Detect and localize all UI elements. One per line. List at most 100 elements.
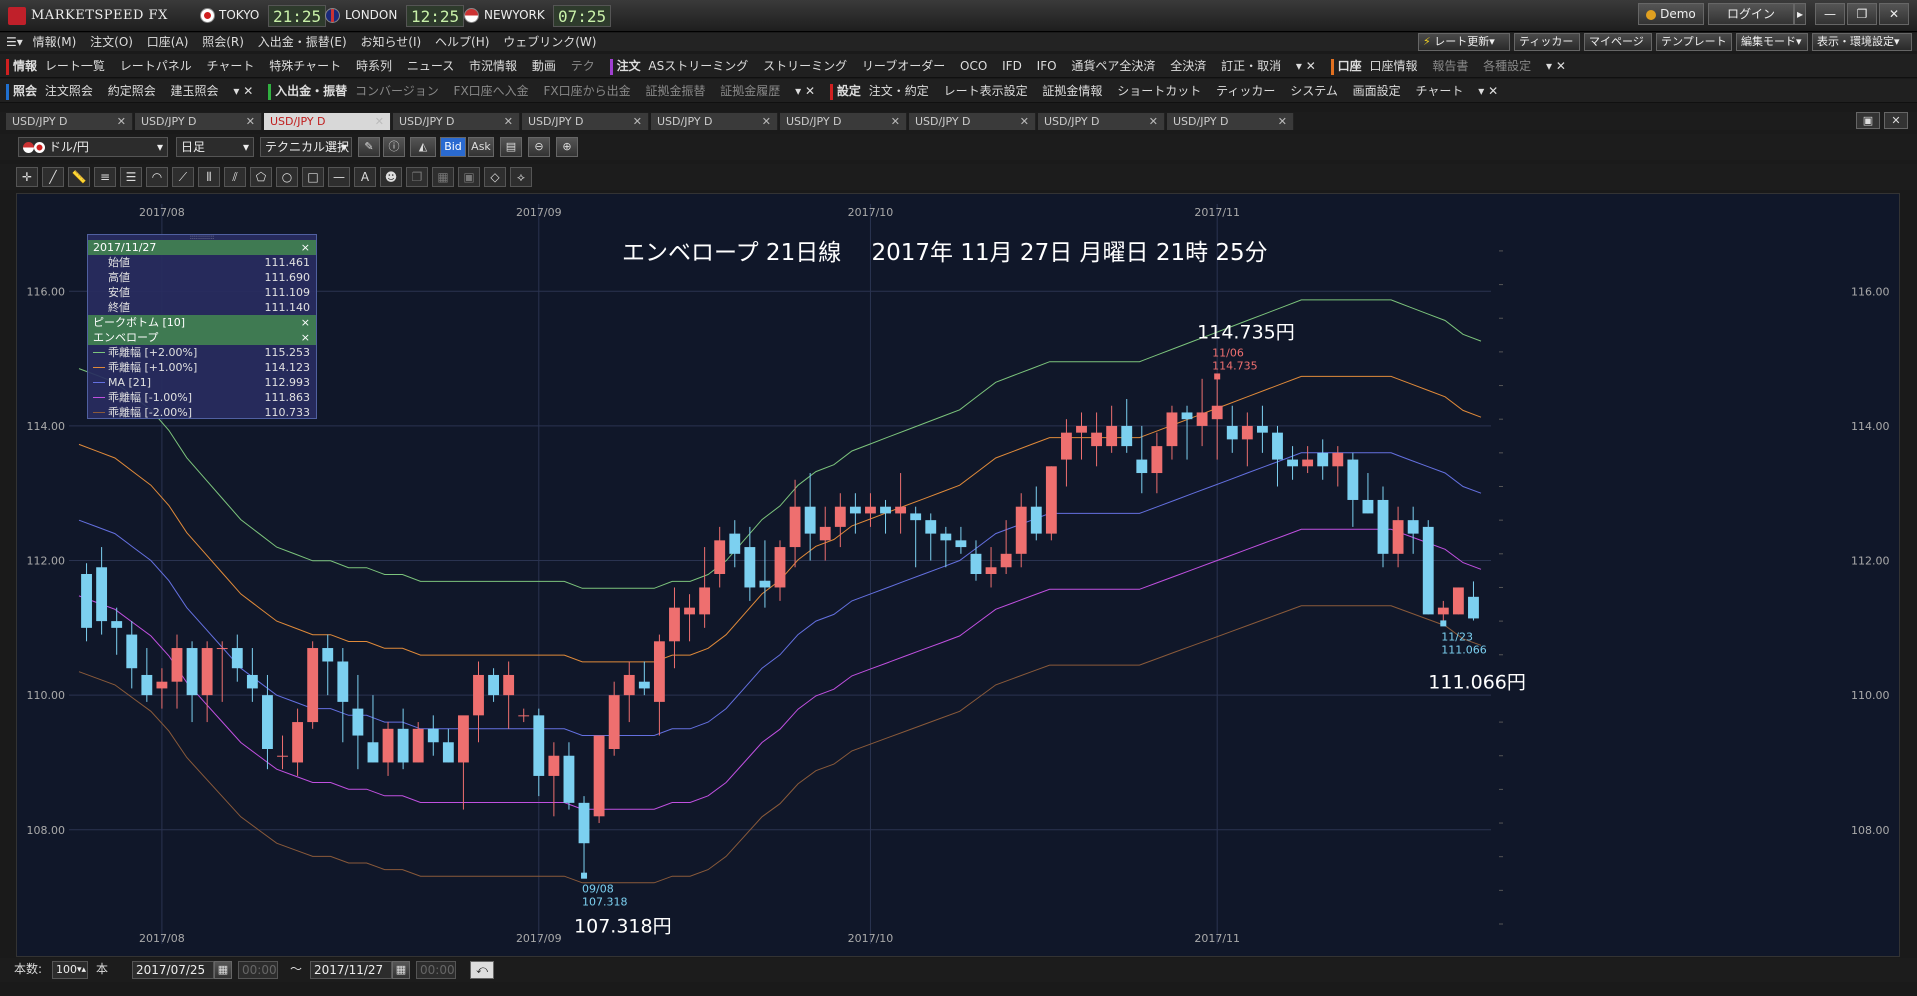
- tab-close-icon[interactable]: ✕: [891, 113, 900, 130]
- tab-close-icon[interactable]: ✕: [1149, 113, 1158, 130]
- menu-list-icon[interactable]: ☰▾: [6, 33, 23, 51]
- tb-margin-transfer[interactable]: 証拠金振替: [645, 79, 705, 102]
- tb-settings[interactable]: 各種設定: [1483, 54, 1531, 77]
- hline-icon[interactable]: —: [328, 167, 350, 187]
- tb-timeseries[interactable]: 時系列: [356, 54, 392, 77]
- tb-screen-settings[interactable]: 画面設定: [1353, 79, 1401, 102]
- tb-order-inquiry[interactable]: 注文照会: [45, 79, 93, 102]
- rate-update-button[interactable]: ⚡ レート更新▾: [1418, 33, 1510, 51]
- group-info-head[interactable]: 情報: [13, 59, 37, 73]
- erase-all-icon[interactable]: ⟡: [510, 167, 532, 187]
- fibonacci-icon[interactable]: ☰: [120, 167, 142, 187]
- group-settings-head[interactable]: 設定: [837, 84, 861, 98]
- tab-2[interactable]: USD/JPY D ✕: [264, 113, 391, 130]
- tab-8[interactable]: USD/JPY D ✕: [1038, 113, 1165, 130]
- tab-close-icon[interactable]: ✕: [117, 113, 126, 130]
- tb-dropdown-3[interactable]: ▾ ✕: [233, 79, 253, 102]
- tb-system[interactable]: システム: [1290, 79, 1338, 102]
- group-inquiry-head[interactable]: 照会: [13, 84, 37, 98]
- demo-button[interactable]: Demo: [1638, 3, 1704, 25]
- tb-oco[interactable]: OCO: [960, 54, 987, 77]
- tab-7[interactable]: USD/JPY D ✕: [909, 113, 1036, 130]
- tb-dropdown-2[interactable]: ▾ ✕: [1546, 54, 1566, 77]
- legend-panel[interactable]: :::::::::::: 2017/11/27 × 始値 111.461 高値 111…: [87, 234, 317, 419]
- tab-close-icon[interactable]: ✕: [1020, 113, 1029, 130]
- vlines-icon[interactable]: ⦀: [198, 167, 220, 187]
- bid-button[interactable]: Bid: [440, 137, 466, 157]
- tb-ifd[interactable]: IFD: [1002, 54, 1022, 77]
- channel-icon[interactable]: ⫽: [224, 167, 246, 187]
- count-select[interactable]: 100 ▾▴: [52, 961, 88, 979]
- from-time-input[interactable]: 00:00: [238, 961, 278, 979]
- tab-5[interactable]: USD/JPY D ✕: [651, 113, 778, 130]
- text-icon[interactable]: A: [354, 167, 376, 187]
- reload-icon[interactable]: ⤺: [470, 961, 494, 979]
- arc-icon[interactable]: ◠: [146, 167, 168, 187]
- tb-fx-withdraw[interactable]: FX口座から出金: [544, 79, 631, 102]
- group-account-head[interactable]: 口座: [1338, 59, 1362, 73]
- tb-order-exec-settings[interactable]: 注文・約定: [869, 79, 929, 102]
- tb-streaming[interactable]: ストリーミング: [763, 54, 847, 77]
- from-date-input[interactable]: 2017/07/25: [132, 961, 214, 979]
- tb-rate-display-settings[interactable]: レート表示設定: [944, 79, 1028, 102]
- tb-tech[interactable]: テク: [571, 54, 595, 77]
- ask-button[interactable]: Ask: [468, 137, 494, 157]
- zoom-in-icon[interactable]: ⊕: [556, 137, 578, 157]
- tb-ticker[interactable]: ティッカー: [1216, 79, 1275, 102]
- tb-chart[interactable]: チャート: [207, 54, 255, 77]
- template-button[interactable]: テンプレート▾: [1656, 33, 1732, 64]
- chart-area[interactable]: 116.00 116.00 114.00 114.00 112.00 112.00 110.…: [16, 193, 1900, 957]
- tb-ifo[interactable]: IFO: [1037, 54, 1057, 77]
- paste-icon[interactable]: ▣: [458, 167, 480, 187]
- rectangle-icon[interactable]: □: [302, 167, 324, 187]
- to-time-input[interactable]: 00:00: [416, 961, 456, 979]
- fan-icon[interactable]: ⟋: [172, 167, 194, 187]
- layers-icon[interactable]: ▦: [432, 167, 454, 187]
- tb-conversion[interactable]: コンバージョン: [355, 79, 439, 102]
- tb-chart-settings[interactable]: チャート: [1416, 79, 1464, 102]
- tb-dropdown-4[interactable]: ▾ ✕: [795, 79, 815, 102]
- legend-close-icon[interactable]: ×: [301, 240, 310, 255]
- ticker-button[interactable]: ティッカー▾: [1514, 33, 1580, 64]
- tb-news[interactable]: ニュース: [407, 54, 454, 77]
- zoom-out-icon[interactable]: ⊖: [528, 137, 550, 157]
- tab-close-icon[interactable]: ✕: [504, 113, 513, 130]
- tab-close-icon[interactable]: ✕: [762, 113, 771, 130]
- tab-9[interactable]: USD/JPY D ✕: [1167, 113, 1294, 130]
- pentagon-icon[interactable]: ⬠: [250, 167, 272, 187]
- tb-special-chart[interactable]: 特殊チャート: [269, 54, 341, 77]
- tb-video[interactable]: 動画: [532, 54, 556, 77]
- indicator-display-icon[interactable]: ▤: [500, 137, 522, 157]
- emoji-icon[interactable]: ☻: [380, 167, 402, 187]
- menu-order[interactable]: 注文(O): [90, 33, 133, 51]
- technical-select[interactable]: テクニカル選択 ▾: [260, 137, 352, 157]
- copy-icon[interactable]: ❐: [406, 167, 428, 187]
- tab-close-icon[interactable]: ✕: [375, 113, 384, 130]
- tb-margin-info[interactable]: 証拠金情報: [1042, 79, 1102, 102]
- info-icon[interactable]: ⓘ: [383, 137, 405, 157]
- area-chart-icon[interactable]: ◭: [410, 137, 436, 157]
- to-date-input[interactable]: 2017/11/27: [310, 961, 392, 979]
- tab-0[interactable]: USD/JPY D ✕: [6, 113, 133, 130]
- hlines-icon[interactable]: ≡: [94, 167, 116, 187]
- tb-report[interactable]: 報告書: [1432, 54, 1468, 77]
- tb-modify-cancel[interactable]: 訂正・取消: [1221, 54, 1281, 77]
- menu-weblink[interactable]: ウェブリンク(W): [503, 33, 596, 51]
- menu-inquiry[interactable]: 照会(R): [202, 33, 244, 51]
- tb-settle-all[interactable]: 全決済: [1170, 54, 1206, 77]
- tb-as-streaming[interactable]: ASストリーミング: [648, 54, 748, 77]
- tb-market-info[interactable]: 市況情報: [469, 54, 517, 77]
- to-calendar-icon[interactable]: ▦: [392, 961, 410, 979]
- pencil-icon[interactable]: ✎: [358, 137, 380, 157]
- tb-exec-inquiry[interactable]: 約定照会: [108, 79, 156, 102]
- eraser-icon[interactable]: ◇: [484, 167, 506, 187]
- minimize-icon[interactable]: —: [1815, 3, 1845, 25]
- tab-close-icon[interactable]: ✕: [1278, 113, 1287, 130]
- menu-info[interactable]: 情報(M): [33, 33, 77, 51]
- tab-3[interactable]: USD/JPY D ✕: [393, 113, 520, 130]
- menu-deposit[interactable]: 入出金・振替(E): [258, 33, 347, 51]
- period-select[interactable]: 日足 ▾: [176, 137, 254, 157]
- tb-position-inquiry[interactable]: 建玉照会: [171, 79, 219, 102]
- tab-close-icon[interactable]: ✕: [246, 113, 255, 130]
- tb-dropdown-5[interactable]: ▾ ✕: [1478, 79, 1498, 102]
